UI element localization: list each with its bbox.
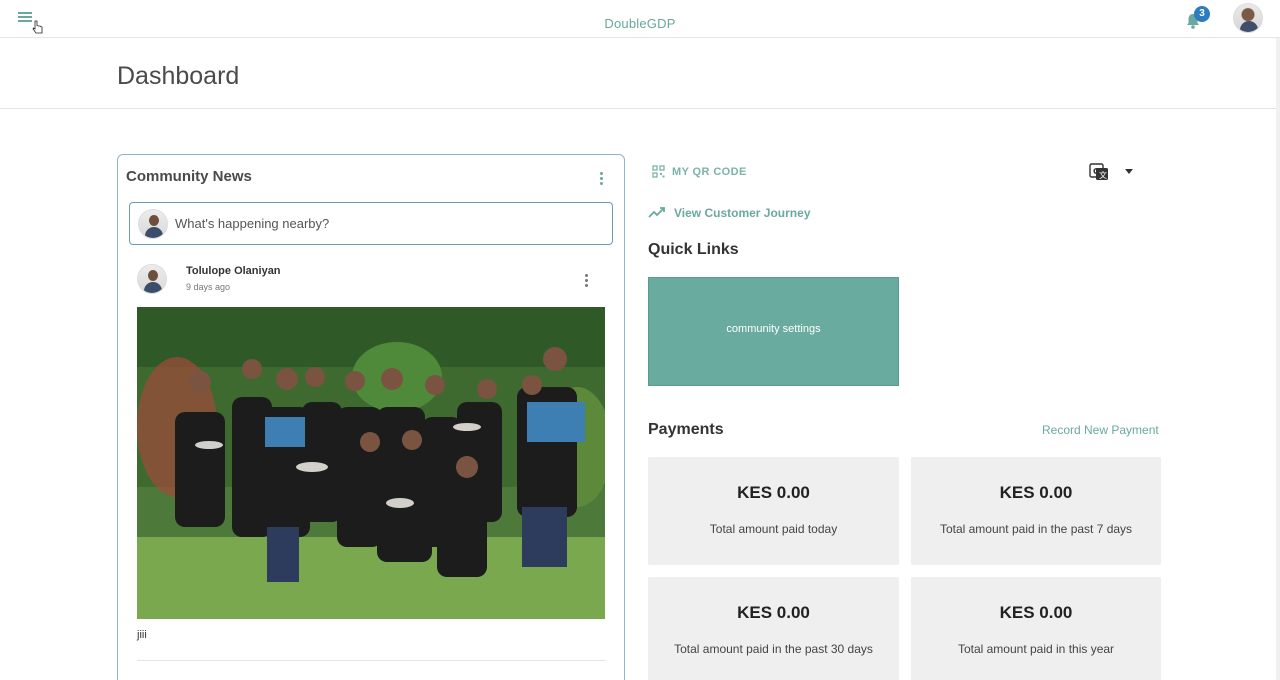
- post-divider: [137, 660, 605, 661]
- quick-link-label: community settings: [726, 323, 821, 335]
- view-customer-journey-label: View Customer Journey: [674, 206, 811, 220]
- scrollbar[interactable]: [1276, 38, 1280, 680]
- payment-label: Total amount paid in the past 7 days: [939, 522, 1133, 536]
- post-author-avatar[interactable]: [137, 264, 167, 294]
- payment-card-30-days: KES 0.00 Total amount paid in the past 3…: [648, 577, 899, 680]
- post-caption: jiii: [137, 629, 147, 641]
- post-composer-input[interactable]: What's happening nearby?: [129, 202, 613, 245]
- svg-text:文: 文: [1099, 170, 1107, 180]
- payment-card-7-days: KES 0.00 Total amount paid in the past 7…: [911, 457, 1161, 565]
- community-news-card: Community News What's happening nearby? …: [117, 154, 625, 680]
- payment-amount: KES 0.00: [737, 483, 810, 502]
- user-avatar[interactable]: [1233, 3, 1263, 33]
- payments-title: Payments: [648, 421, 724, 438]
- quick-link-community-settings[interactable]: community settings: [648, 277, 899, 386]
- app-brand[interactable]: DoubleGDP: [0, 16, 1280, 31]
- payment-label: Total amount paid in this year: [957, 642, 1115, 656]
- top-app-bar: DoubleGDP 3: [0, 0, 1280, 38]
- composer-placeholder: What's happening nearby?: [175, 216, 330, 231]
- community-news-title: Community News: [126, 168, 252, 185]
- record-new-payment-link[interactable]: Record New Payment: [1042, 423, 1159, 437]
- news-options-button[interactable]: [596, 171, 606, 187]
- quick-links-title: Quick Links: [648, 241, 739, 258]
- trending-up-icon: [648, 207, 665, 218]
- header-divider: [0, 108, 1276, 109]
- payment-amount: KES 0.00: [999, 603, 1073, 622]
- my-qr-code-label: MY QR CODE: [672, 166, 747, 178]
- payment-card-today: KES 0.00 Total amount paid today: [648, 457, 899, 565]
- notification-badge: 3: [1194, 6, 1210, 22]
- translate-icon[interactable]: G 文: [1089, 163, 1109, 181]
- post-author-name[interactable]: Tolulope Olaniyan: [186, 265, 281, 277]
- payment-amount: KES 0.00: [999, 483, 1073, 502]
- more-vert-icon: [584, 274, 588, 277]
- post-image[interactable]: [137, 307, 605, 619]
- language-dropdown-caret-icon[interactable]: [1125, 169, 1133, 174]
- menu-icon: [18, 12, 32, 14]
- post-timestamp: 9 days ago: [186, 282, 231, 292]
- payment-card-year: KES 0.00 Total amount paid in this year: [911, 577, 1161, 680]
- payment-amount: KES 0.00: [737, 603, 810, 622]
- composer-avatar: [138, 209, 168, 239]
- page-title: Dashboard: [117, 62, 240, 90]
- more-vert-icon: [599, 172, 603, 175]
- payment-label: Total amount paid today: [709, 522, 838, 536]
- post-options-button[interactable]: [581, 273, 591, 289]
- payment-label: Total amount paid in the past 30 days: [674, 642, 873, 656]
- qr-code-icon: [652, 165, 665, 178]
